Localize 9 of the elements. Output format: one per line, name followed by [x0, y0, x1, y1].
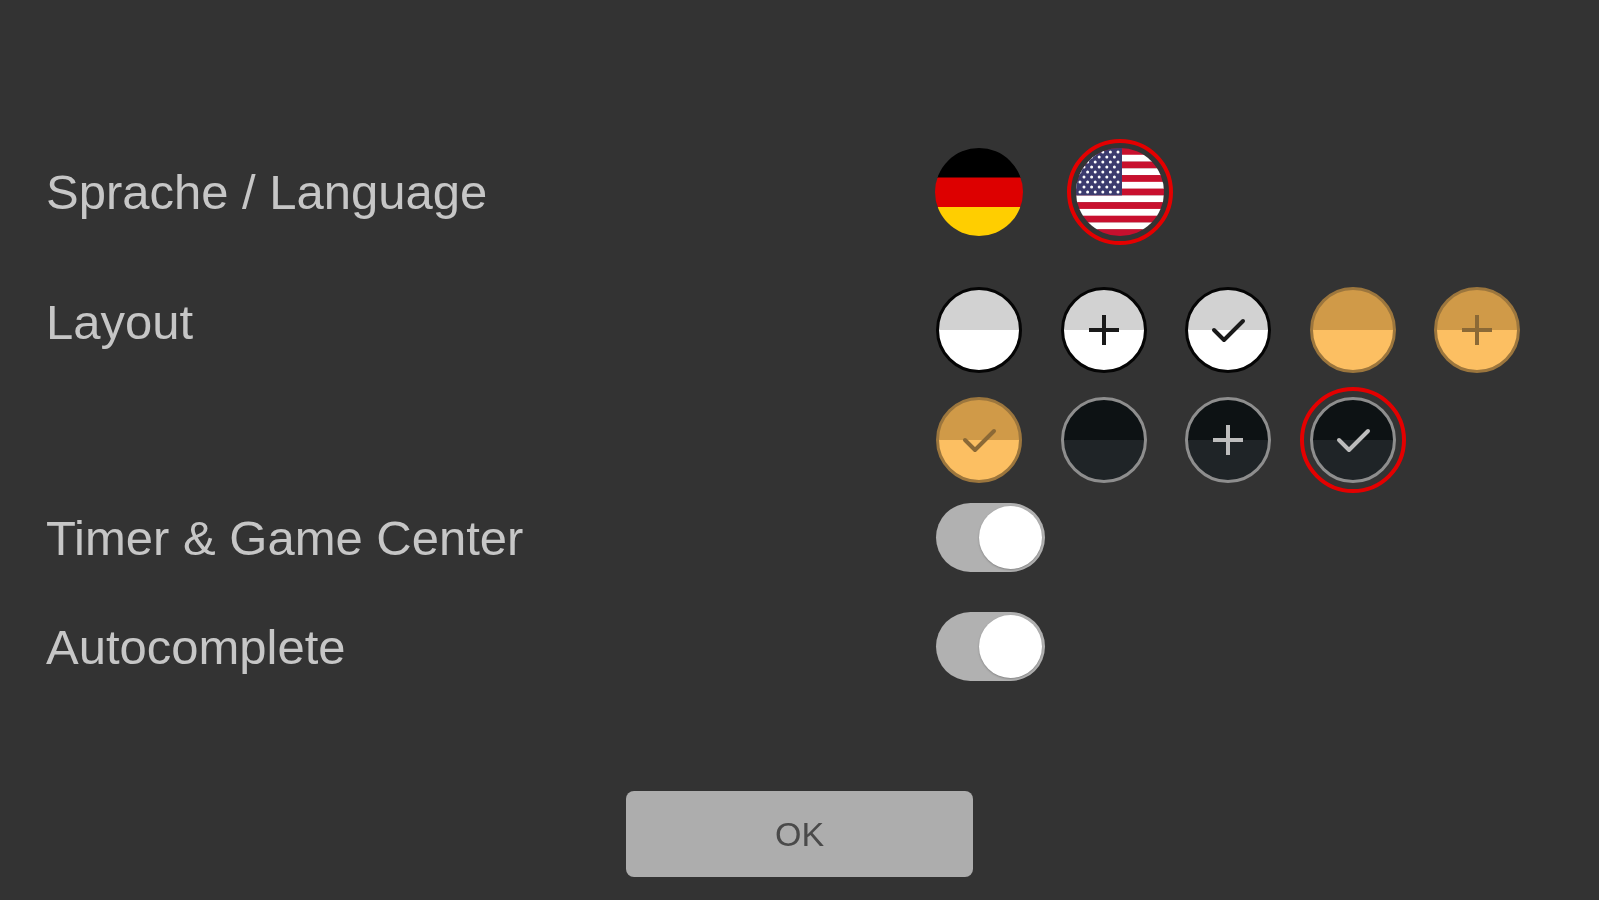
ok-button[interactable]: OK: [626, 791, 973, 877]
setting-label: Sprache / Language: [46, 164, 488, 220]
setting-label: Timer & Game Center: [46, 509, 524, 566]
layout-option[interactable]: [1299, 387, 1406, 493]
setting-label: Autocomplete: [46, 618, 346, 675]
setting-label: Layout: [46, 294, 194, 350]
germany-flag-icon: [935, 148, 1023, 236]
usa-flag-icon: [1076, 148, 1164, 236]
language-option[interactable]: [1067, 139, 1173, 245]
